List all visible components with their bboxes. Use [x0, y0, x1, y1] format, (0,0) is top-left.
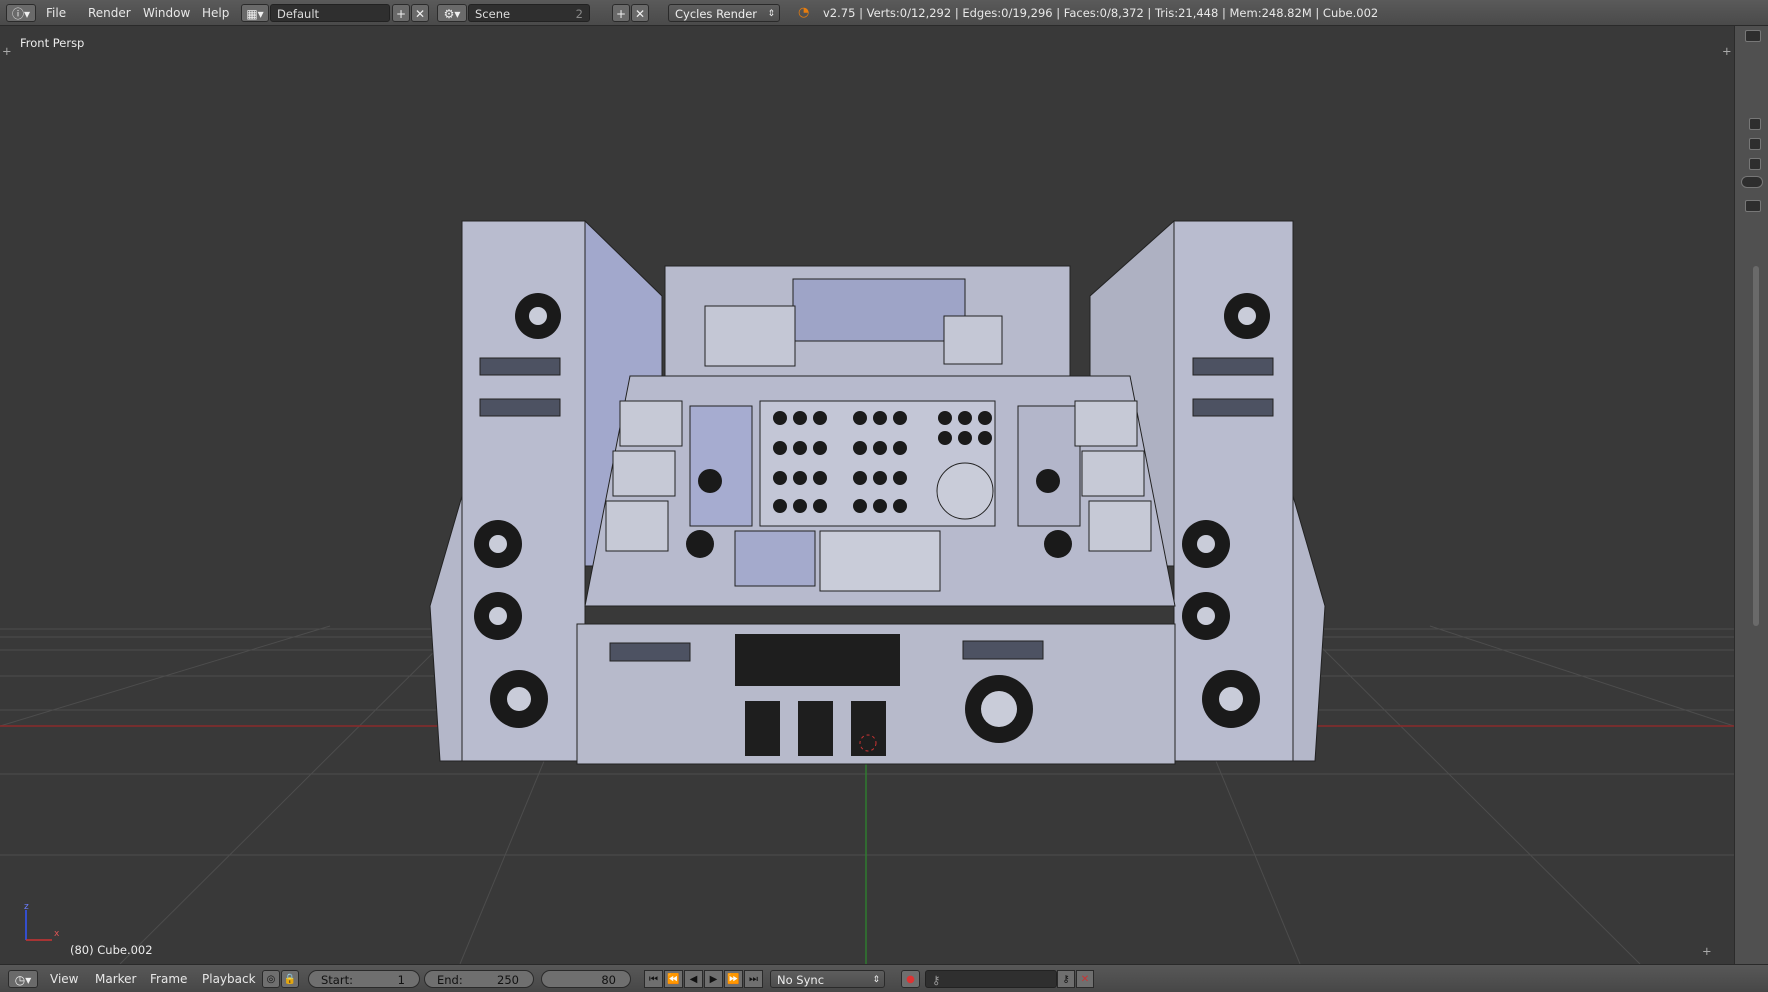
end-label: End: [437, 973, 463, 987]
viewport-scene [0, 219, 1734, 964]
key-icon: ⚷ [932, 973, 941, 987]
sync-mode-label: No Sync [777, 973, 825, 987]
start-label: Start: [321, 973, 353, 987]
current-frame-value: 80 [601, 973, 616, 987]
menu-window[interactable]: Window [143, 4, 190, 22]
visibility-eye-icon-3[interactable] [1749, 158, 1761, 170]
current-frame-field[interactable]: 80 [541, 970, 631, 988]
screen-layout-field[interactable]: Default [270, 4, 390, 22]
keying-set-field[interactable]: ⚷ [925, 970, 1057, 988]
preview-range-icon[interactable]: ◎ [262, 970, 280, 988]
menu-marker[interactable]: Marker [95, 970, 136, 988]
end-frame-field[interactable]: End: 250 [424, 970, 534, 988]
menu-file[interactable]: File [46, 4, 66, 22]
dropdown-arrows-icon: ⇕ [767, 9, 775, 19]
menu-help[interactable]: Help [202, 4, 229, 22]
console-model [429, 219, 1326, 765]
axis-gizmo [25, 910, 52, 941]
blender-logo-icon: ◔ [798, 5, 810, 20]
timeline-header: ◷▾ View Marker Frame Playback ◎ 🔒 Start:… [0, 964, 1768, 992]
visibility-eye-icon-2[interactable] [1749, 138, 1761, 150]
active-object-label: (80) Cube.002 [70, 943, 153, 957]
view-label: Front Persp [20, 36, 85, 50]
menu-frame[interactable]: Frame [150, 970, 187, 988]
scene-users-count: 2 [575, 7, 583, 21]
scene-icon[interactable]: ⚙▾ [437, 4, 467, 22]
end-value: 250 [497, 973, 519, 987]
play-reverse-icon[interactable]: ◀ [684, 970, 703, 988]
outliner-icon[interactable] [1745, 30, 1761, 42]
start-frame-field[interactable]: Start: 1 [308, 970, 420, 988]
menu-view[interactable]: View [50, 970, 78, 988]
render-engine-label: Cycles Render [675, 7, 758, 21]
dropdown-arrows-icon: ⇕ [872, 975, 880, 985]
corner-plus-icon-tr[interactable]: + [1722, 44, 1732, 58]
lock-range-icon[interactable]: 🔒 [281, 970, 299, 988]
toggle-icon[interactable] [1741, 176, 1763, 188]
3d-viewport[interactable]: Front Persp z x (80) Cube.002 + + + [0, 26, 1734, 964]
scene-statistics: v2.75 | Verts:0/12,292 | Edges:0/19,296 … [823, 6, 1379, 20]
scene-name: Scene [475, 7, 511, 21]
scene-field[interactable]: Scene 2 [468, 4, 590, 22]
sync-mode-dropdown[interactable]: No Sync ⇕ [770, 970, 885, 988]
screen-layout-icon[interactable]: ▦▾ [241, 4, 269, 22]
axis-x-label: x [54, 929, 60, 939]
prev-keyframe-icon[interactable]: ⏪ [664, 970, 683, 988]
editor-type-info-icon[interactable]: ⓘ▾ [6, 4, 36, 22]
delete-keyframe-icon[interactable]: ✕ [1076, 970, 1094, 988]
menu-render[interactable]: Render [88, 4, 131, 22]
info-header: ⓘ▾ File Render Window Help ▦▾ Default + … [0, 0, 1768, 26]
corner-plus-icon-tl[interactable]: + [2, 44, 12, 58]
visibility-eye-icon-1[interactable] [1749, 118, 1761, 130]
editor-type-timeline-icon[interactable]: ◷▾ [8, 970, 38, 988]
record-icon[interactable]: ● [901, 970, 920, 988]
corner-plus-icon-br[interactable]: + [1702, 944, 1712, 958]
add-scene-icon[interactable]: + [612, 4, 630, 22]
insert-keyframe-icon[interactable]: ⚷ [1057, 970, 1075, 988]
delete-scene-icon[interactable]: ✕ [631, 4, 649, 22]
start-value: 1 [397, 973, 405, 987]
next-keyframe-icon[interactable]: ⏩ [724, 970, 743, 988]
right-sidebar [1734, 26, 1768, 964]
jump-end-icon[interactable]: ⏭ [744, 970, 763, 988]
render-engine-dropdown[interactable]: Cycles Render ⇕ [668, 4, 780, 22]
properties-icon[interactable] [1745, 200, 1761, 212]
play-icon[interactable]: ▶ [704, 970, 723, 988]
jump-start-icon[interactable]: ⏮ [644, 970, 663, 988]
delete-layout-icon[interactable]: ✕ [411, 4, 429, 22]
sidebar-scrollbar[interactable] [1753, 266, 1759, 626]
menu-playback[interactable]: Playback [202, 970, 256, 988]
add-layout-icon[interactable]: + [392, 4, 410, 22]
axis-z-label: z [24, 902, 29, 912]
